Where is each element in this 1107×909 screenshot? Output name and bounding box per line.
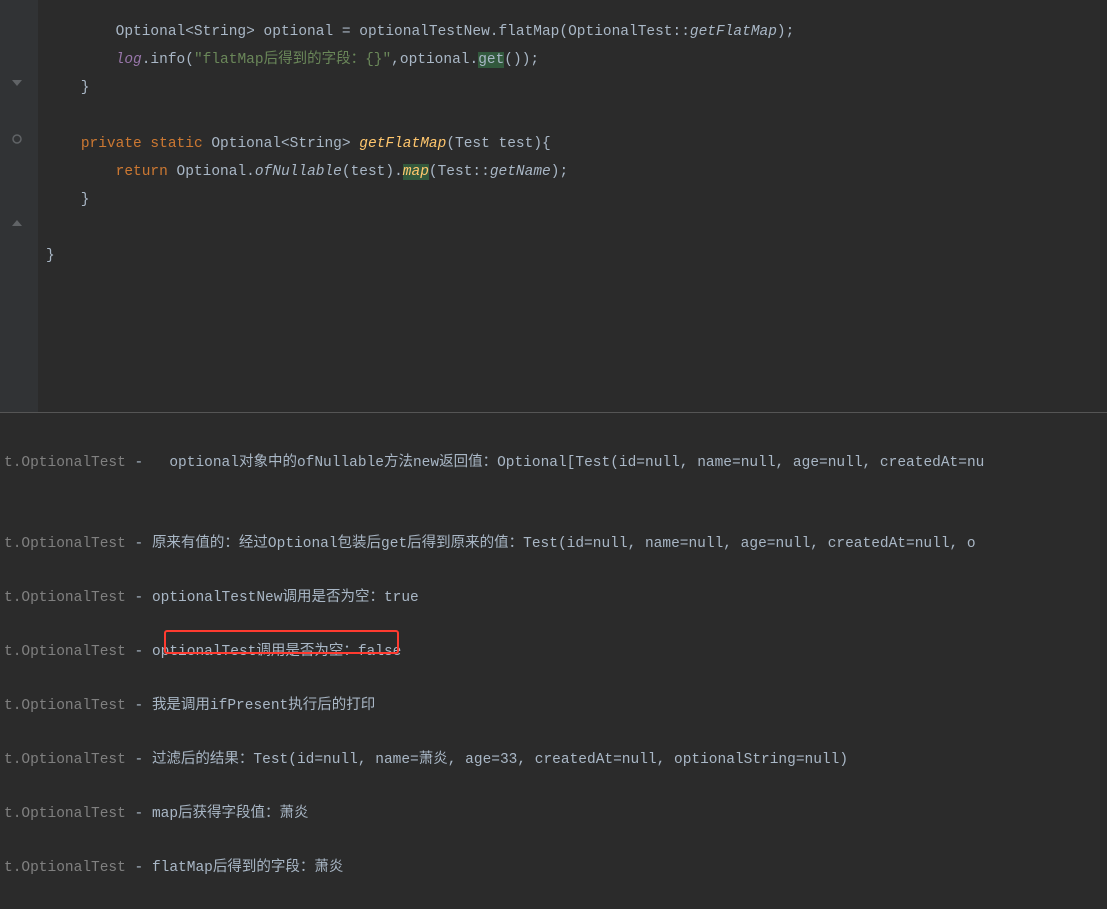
fold-mark-icon[interactable] xyxy=(10,216,24,230)
console-line: t.OptionalTest - optionalTest调用是否为空：fals… xyxy=(4,639,1107,666)
console-output[interactable]: t.OptionalTest - optional对象中的ofNullable方… xyxy=(0,412,1107,666)
override-mark-icon[interactable] xyxy=(10,132,24,146)
console-line: t.OptionalTest - 过滤后的结果：Test(id=null, na… xyxy=(4,747,1107,774)
code-line: } xyxy=(46,192,90,208)
console-line: t.OptionalTest - flatMap后得到的字段：萧炎 xyxy=(4,855,1107,882)
console-line: t.OptionalTest - optional对象中的ofNullable方… xyxy=(4,450,1107,477)
fold-mark-icon[interactable] xyxy=(10,76,24,90)
console-line: t.OptionalTest - 我是调用ifPresent执行后的打印 xyxy=(4,693,1107,720)
console-line: t.OptionalTest - 原来有值的：经过Optional包装后get后… xyxy=(4,531,1107,558)
code-line: Optional<String> optional = optionalTest… xyxy=(46,24,794,40)
console-line: t.OptionalTest - optionalTestNew调用是否为空：t… xyxy=(4,585,1107,612)
code-editor[interactable]: Optional<String> optional = optionalTest… xyxy=(0,0,1107,412)
editor-gutter xyxy=(0,0,38,412)
code-content[interactable]: Optional<String> optional = optionalTest… xyxy=(38,0,1107,412)
console-line: t.OptionalTest - map后获得字段值：萧炎 xyxy=(4,801,1107,828)
code-line: log.info("flatMap后得到的字段：{}",optional.get… xyxy=(46,52,539,68)
code-line: private static Optional<String> getFlatM… xyxy=(46,136,551,152)
code-line: return Optional.ofNullable(test).map(Tes… xyxy=(46,164,568,180)
code-line: } xyxy=(46,80,90,96)
code-line: } xyxy=(46,248,55,264)
